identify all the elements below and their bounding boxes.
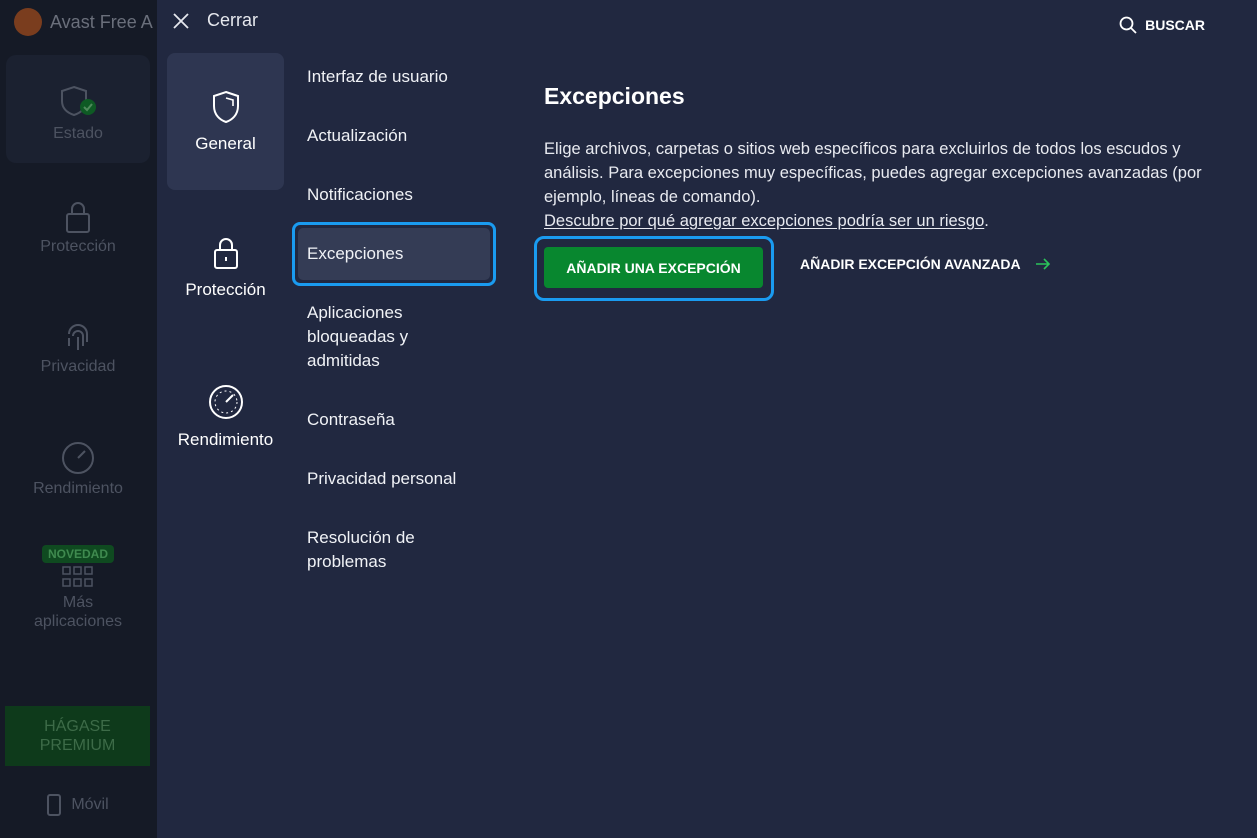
category-label: General (195, 134, 256, 153)
subnav-interfaz[interactable]: Interfaz de usuario (307, 65, 502, 89)
bg-nav-label: Móvil (71, 796, 109, 813)
avast-logo-icon (14, 8, 42, 36)
close-label[interactable]: Cerrar (207, 10, 258, 31)
bg-nav-mas-aplicaciones: NOVEDAD Más aplicaciones (6, 545, 150, 631)
subnav-notificaciones[interactable]: Notificaciones (307, 183, 502, 207)
arrow-right-icon[interactable] (1035, 257, 1051, 271)
bg-nav-label: Protección (40, 238, 116, 255)
bg-nav-label: Más aplicaciones (33, 594, 123, 630)
subnav-excepciones[interactable]: Excepciones (307, 242, 502, 266)
page-title: Excepciones (544, 83, 685, 109)
app-title: Avast Free A (14, 8, 153, 36)
mobile-icon (47, 794, 62, 816)
page-description: Elige archivos, carpetas o sitios web es… (544, 140, 1202, 206)
shield-check-icon (61, 85, 96, 117)
lock-icon (66, 202, 90, 233)
risk-link[interactable]: Descubre por qué agregar excepciones pod… (544, 212, 984, 230)
bg-nav-proteccion: Protección (6, 200, 150, 256)
bg-nav-rendimiento: Rendimiento (6, 440, 150, 498)
bg-nav-label: Rendimiento (33, 480, 123, 497)
risk-link-suffix: . (984, 212, 989, 230)
fingerprint-icon (68, 324, 88, 350)
search-label[interactable]: BUSCAR (1145, 17, 1205, 33)
subnav-actualizacion[interactable]: Actualización (307, 124, 502, 148)
search-icon[interactable] (1119, 16, 1137, 34)
premium-button: HÁGASE PREMIUM (5, 706, 150, 766)
category-rendimiento[interactable]: Rendimiento (167, 384, 284, 450)
subnav-resolucion-problemas[interactable]: Resolución de problemas (307, 526, 447, 574)
search-button[interactable]: BUSCAR (1119, 16, 1205, 34)
bg-nav-privacidad: Privacidad (6, 320, 150, 376)
settings-panel: Cerrar BUSCAR General Protección Rendimi… (157, 0, 1257, 838)
shield-icon (212, 90, 239, 124)
subnav-privacidad-personal[interactable]: Privacidad personal (307, 467, 502, 491)
add-exception-focus-ring: AÑADIR UNA EXCEPCIÓN (534, 236, 774, 301)
premium-label: HÁGASE PREMIUM (39, 718, 116, 754)
category-label: Protección (185, 280, 266, 299)
subnav-contrasena[interactable]: Contraseña (307, 408, 502, 432)
background-app-sidebar: Avast Free A Estado Protección Privacida… (0, 0, 157, 838)
close-icon[interactable] (173, 12, 189, 29)
add-advanced-exception-button[interactable]: AÑADIR EXCEPCIÓN AVANZADA (800, 256, 1051, 272)
close-button[interactable]: Cerrar (173, 10, 258, 31)
category-general[interactable]: General (167, 53, 284, 190)
risk-info: Descubre por qué agregar excepciones pod… (544, 209, 989, 233)
category-proteccion[interactable]: Protección (167, 236, 284, 300)
app-title-text: Avast Free A (50, 11, 153, 32)
bg-nav-label: Estado (53, 125, 103, 142)
grid-icon (62, 566, 93, 587)
novedad-badge: NOVEDAD (41, 545, 114, 563)
gauge-icon (62, 442, 94, 474)
bg-nav-movil: Móvil (6, 794, 150, 816)
category-label: Rendimiento (177, 430, 274, 449)
bg-nav-label: Privacidad (40, 358, 116, 375)
bg-nav-estado: Estado (6, 55, 150, 163)
gauge-icon (208, 385, 243, 419)
subnav-aplicaciones-bloqueadas[interactable]: Aplicaciones bloqueadas y admitidas (307, 301, 457, 373)
lock-icon (213, 238, 238, 269)
add-advanced-exception-label[interactable]: AÑADIR EXCEPCIÓN AVANZADA (800, 256, 1021, 272)
add-exception-button[interactable]: AÑADIR UNA EXCEPCIÓN (544, 247, 763, 288)
